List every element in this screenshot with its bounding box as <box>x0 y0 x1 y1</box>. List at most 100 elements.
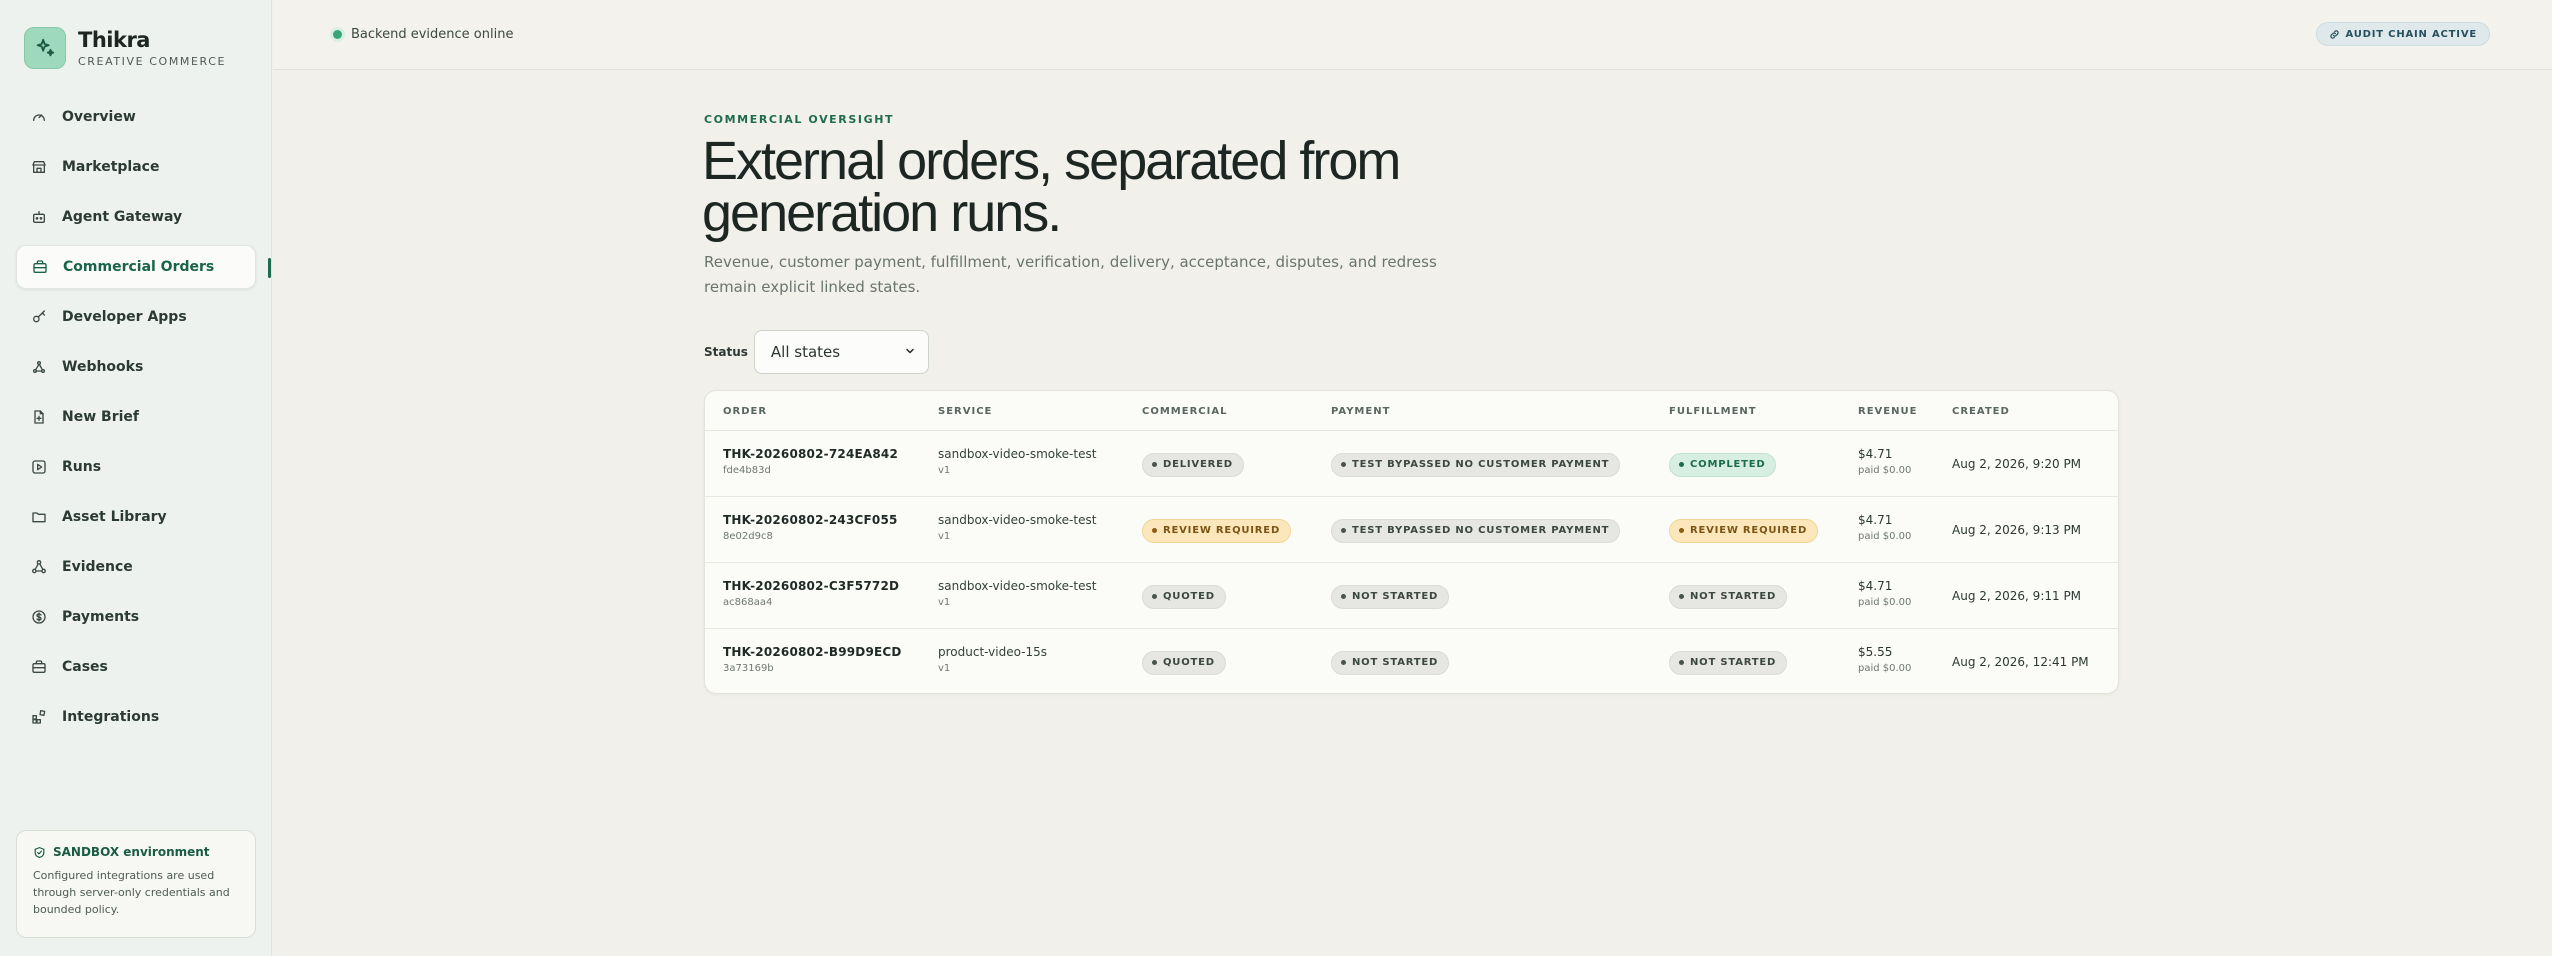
blocks-icon <box>30 708 48 726</box>
paid-value: paid $0.00 <box>1858 663 1912 674</box>
column-header-order[interactable]: ORDER <box>723 406 767 417</box>
commercial-status-badge: REVIEW REQUIRED <box>1142 518 1292 543</box>
sidebar-item-label: Overview <box>62 109 136 125</box>
order-hash: fde4b83d <box>723 465 771 476</box>
sidebar-item-runs[interactable]: Runs <box>16 445 256 489</box>
webhook-icon <box>30 358 48 376</box>
column-header-fulfillment[interactable]: FULFILLMENT <box>1669 406 1757 417</box>
order-hash: 3a73169b <box>723 663 774 674</box>
sidebar-item-label: Marketplace <box>62 159 160 175</box>
sidebar-item-integrations[interactable]: Integrations <box>16 695 256 739</box>
table-header: ORDER SERVICE COMMERCIAL PAYMENT FULFILL… <box>705 391 2118 431</box>
folder-icon <box>30 508 48 526</box>
order-hash: 8e02d9c8 <box>723 531 773 542</box>
table-row[interactable]: THK-20260802-C3F5772D ac868aa4 sandbox-v… <box>705 563 2118 629</box>
sidebar-item-payments[interactable]: Payments <box>16 595 256 639</box>
page-description: Revenue, customer payment, fulfillment, … <box>704 253 1437 296</box>
service-version: v1 <box>938 663 951 674</box>
sidebar-item-label: Evidence <box>62 559 133 575</box>
sidebar-item-evidence[interactable]: Evidence <box>16 545 256 589</box>
status-filter: Status All states <box>704 330 929 374</box>
order-id[interactable]: THK-20260802-243CF055 <box>723 513 898 527</box>
online-status-dot-icon <box>333 30 342 39</box>
sandbox-description: Configured integrations are used through… <box>33 869 230 916</box>
sidebar-item-label: Cases <box>62 659 108 675</box>
sidebar-item-label: Integrations <box>62 709 160 725</box>
column-header-payment[interactable]: PAYMENT <box>1331 406 1390 417</box>
column-header-created[interactable]: CREATED <box>1952 406 2010 417</box>
order-hash: ac868aa4 <box>723 597 773 608</box>
file-plus-icon <box>30 408 48 426</box>
commercial-status-badge: QUOTED <box>1142 584 1226 609</box>
column-header-service[interactable]: SERVICE <box>938 406 992 417</box>
created-timestamp: Aug 2, 2026, 9:13 PM <box>1952 523 2082 537</box>
payment-status-badge: NOT STARTED <box>1331 650 1450 675</box>
payment-status-badge: NOT STARTED <box>1331 584 1450 609</box>
sidebar: Thikra CREATIVE COMMERCE Overview Market… <box>0 0 272 956</box>
paid-value: paid $0.00 <box>1858 531 1912 542</box>
created-timestamp: Aug 2, 2026, 9:20 PM <box>1952 457 2082 471</box>
table-row[interactable]: THK-20260802-B99D9ECD 3a73169b product-v… <box>705 629 2118 693</box>
status-select[interactable]: All states <box>753 330 929 374</box>
paid-value: paid $0.00 <box>1858 465 1912 476</box>
sidebar-nav: Overview Marketplace Agent Gateway Comme… <box>16 95 271 745</box>
order-id[interactable]: THK-20260802-724EA842 <box>723 447 898 461</box>
sidebar-item-cases[interactable]: Cases <box>16 645 256 689</box>
service-version: v1 <box>938 465 951 476</box>
sidebar-item-label: Commercial Orders <box>63 259 215 275</box>
brand-name: Thikra <box>78 28 150 52</box>
revenue-value: $4.71 <box>1858 513 1893 527</box>
fulfillment-status-badge: REVIEW REQUIRED <box>1669 518 1819 543</box>
service-version: v1 <box>938 597 951 608</box>
service-name: sandbox-video-smoke-test <box>938 447 1097 461</box>
sandbox-environment-card: SANDBOX environment Configured integrati… <box>16 830 256 938</box>
sidebar-item-developer-apps[interactable]: Developer Apps <box>16 295 256 339</box>
shield-check-icon <box>33 846 46 859</box>
commercial-status-badge: QUOTED <box>1142 650 1226 675</box>
fulfillment-status-badge: NOT STARTED <box>1669 650 1788 675</box>
chevron-down-icon <box>904 343 916 361</box>
commercial-status-badge: DELIVERED <box>1142 452 1244 477</box>
brand-subtitle: CREATIVE COMMERCE <box>78 55 227 68</box>
brand[interactable]: Thikra CREATIVE COMMERCE <box>24 27 226 69</box>
table-row[interactable]: THK-20260802-243CF055 8e02d9c8 sandbox-v… <box>705 497 2118 563</box>
fulfillment-status-badge: NOT STARTED <box>1669 584 1788 609</box>
sidebar-item-label: Runs <box>62 459 102 475</box>
key-icon <box>30 308 48 326</box>
briefcase-icon <box>31 258 49 276</box>
created-timestamp: Aug 2, 2026, 12:41 PM <box>1952 655 2089 669</box>
sidebar-item-label: Payments <box>62 609 140 625</box>
dollar-circle-icon <box>30 608 48 626</box>
sidebar-item-commercial-orders[interactable]: Commercial Orders <box>16 245 271 289</box>
sparkle-logo-icon <box>24 27 66 69</box>
sidebar-item-overview[interactable]: Overview <box>16 95 256 139</box>
sidebar-item-label: New Brief <box>62 409 139 425</box>
backend-status: Backend evidence online <box>333 27 513 42</box>
sidebar-item-marketplace[interactable]: Marketplace <box>16 145 256 189</box>
audit-chain-badge[interactable]: AUDIT CHAIN ACTIVE <box>2315 22 2490 46</box>
column-header-revenue[interactable]: REVENUE <box>1858 406 1917 417</box>
order-id[interactable]: THK-20260802-B99D9ECD <box>723 645 902 659</box>
sidebar-item-agent-gateway[interactable]: Agent Gateway <box>16 195 256 239</box>
audit-chain-label: AUDIT CHAIN ACTIVE <box>2345 28 2477 40</box>
chain-link-icon <box>2329 29 2340 40</box>
payment-status-badge: TEST BYPASSED NO CUSTOMER PAYMENT <box>1331 452 1621 477</box>
order-id[interactable]: THK-20260802-C3F5772D <box>723 579 899 593</box>
page-title: External orders, separated from generati… <box>702 131 1401 243</box>
revenue-value: $4.71 <box>1858 447 1893 461</box>
sandbox-title: SANDBOX environment <box>53 845 210 859</box>
backend-status-text: Backend evidence online <box>351 27 514 42</box>
sidebar-item-asset-library[interactable]: Asset Library <box>16 495 256 539</box>
sidebar-item-label: Webhooks <box>62 359 144 375</box>
service-name: product-video-15s <box>938 645 1048 659</box>
top-bar: Backend evidence online AUDIT CHAIN ACTI… <box>273 0 2552 70</box>
sidebar-item-webhooks[interactable]: Webhooks <box>16 345 256 389</box>
column-header-commercial[interactable]: COMMERCIAL <box>1142 406 1227 417</box>
service-name: sandbox-video-smoke-test <box>938 513 1097 527</box>
paid-value: paid $0.00 <box>1858 597 1912 608</box>
table-row[interactable]: THK-20260802-724EA842 fde4b83d sandbox-v… <box>705 431 2118 497</box>
revenue-value: $5.55 <box>1858 645 1893 659</box>
page-eyebrow: COMMERCIAL OVERSIGHT <box>704 113 895 126</box>
service-version: v1 <box>938 531 951 542</box>
sidebar-item-new-brief[interactable]: New Brief <box>16 395 256 439</box>
